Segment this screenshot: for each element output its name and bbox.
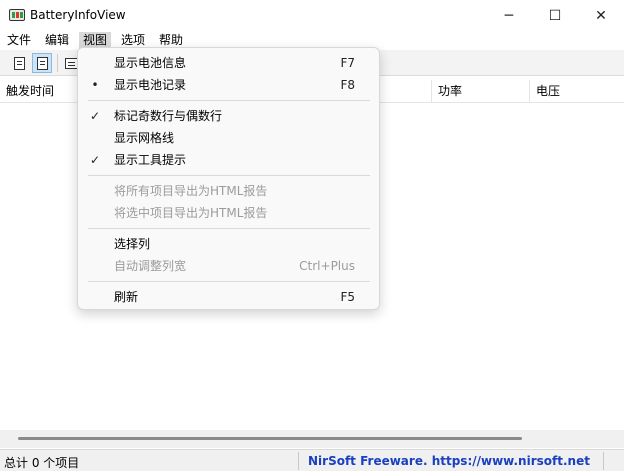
maximize-button[interactable]: ☐ [532,0,578,31]
menu-item-choose-columns[interactable]: 选择列 [78,233,379,255]
column-power[interactable]: 功率 [432,80,530,103]
title-bar: BatteryInfoView ─ ☐ ✕ [0,0,624,31]
menu-item-export-selected-html[interactable]: 将选中项目导出为HTML报告 [78,202,379,224]
item-count: 总计 0 个项目 [4,456,80,470]
menu-separator [88,228,370,229]
window-icon [64,57,78,69]
menu-item-show-grid-lines[interactable]: 显示网格线 [78,127,379,149]
column-voltage[interactable]: 电压 [530,80,624,103]
menu-item-show-battery-info[interactable]: 显示电池信息 F7 [78,52,379,74]
menu-item-auto-size-columns[interactable]: 自动调整列宽 Ctrl+Plus [78,255,379,277]
status-bar: 总计 0 个项目 NirSoft Freeware. https://www.n… [0,449,624,471]
battery-log-icon [36,56,48,70]
minimize-icon: ─ [504,7,514,24]
status-separator [298,452,299,470]
radio-bullet-icon: • [91,78,99,92]
toolbar-battery-info-button[interactable] [9,53,29,73]
menu-separator [88,175,370,176]
toolbar-battery-log-button[interactable] [32,53,52,73]
maximize-icon: ☐ [548,7,562,24]
menu-item-export-all-html[interactable]: 将所有项目导出为HTML报告 [78,180,379,202]
menu-separator [88,281,370,282]
minimize-button[interactable]: ─ [486,0,532,31]
horizontal-scrollbar[interactable] [0,430,624,448]
menu-file[interactable]: 文件 [3,32,35,49]
menu-separator [88,100,370,101]
menu-item-mark-odd-even-rows[interactable]: ✓ 标记奇数行与偶数行 [78,105,379,127]
menu-item-refresh[interactable]: 刷新 F5 [78,286,379,308]
menu-item-show-battery-log[interactable]: • 显示电池记录 F8 [78,74,379,96]
view-menu-dropdown: 显示电池信息 F7 • 显示电池记录 F8 ✓ 标记奇数行与偶数行 显示网格线 … [77,47,380,310]
menu-edit[interactable]: 编辑 [41,32,73,49]
scrollbar-thumb[interactable] [18,437,522,440]
status-separator [603,452,604,470]
close-button[interactable]: ✕ [578,0,624,31]
menu-item-show-tooltips[interactable]: ✓ 显示工具提示 [78,149,379,171]
battery-app-icon [9,9,25,21]
battery-info-icon [13,56,25,70]
checkmark-icon: ✓ [89,109,101,123]
close-icon: ✕ [595,7,607,24]
checkmark-icon: ✓ [89,153,101,167]
window-title: BatteryInfoView [30,8,126,22]
nirsoft-link[interactable]: NirSoft Freeware. https://www.nirsoft.ne… [308,454,590,468]
toolbar-separator [57,54,58,72]
